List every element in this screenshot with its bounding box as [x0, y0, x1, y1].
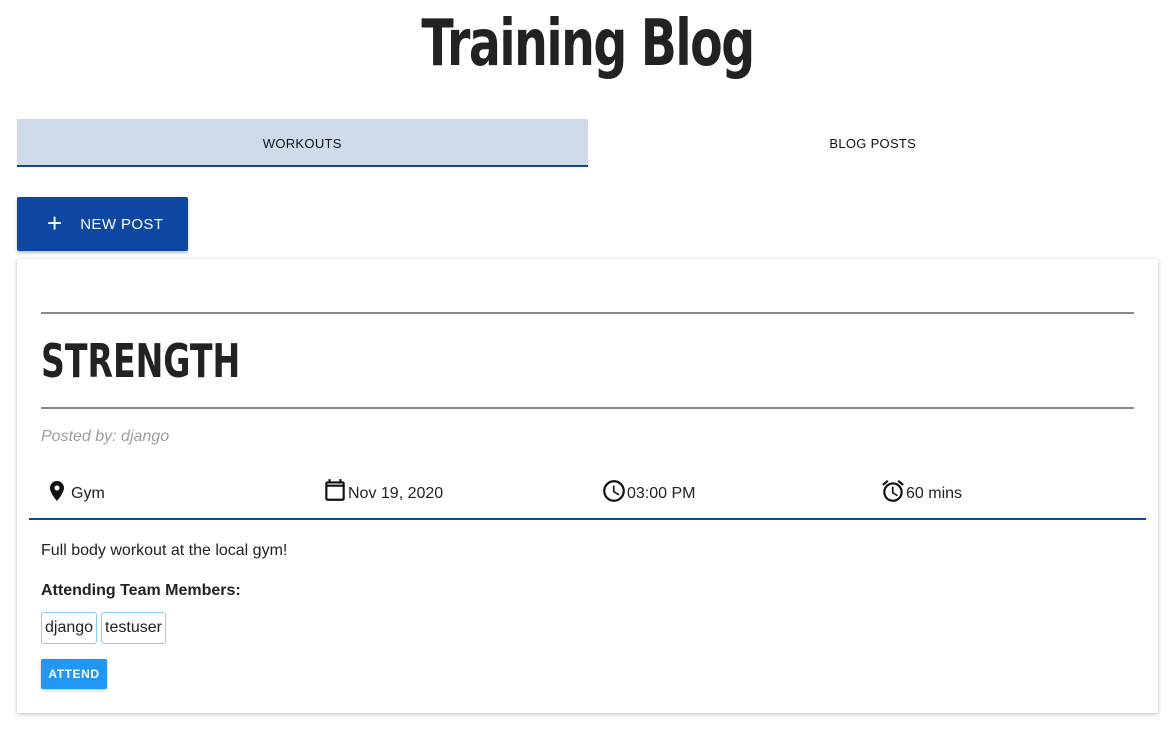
tab-blog-posts-label: BLOG POSTS [829, 135, 917, 151]
member-chip: django [41, 612, 98, 644]
attending-members: django testuser [41, 612, 166, 644]
post-location-text: Gym [71, 485, 105, 502]
new-post-label: NEW POST [80, 215, 164, 233]
post-time-text: 03:00 PM [627, 485, 696, 502]
meta-divider [29, 518, 1146, 520]
tab-workouts-label: WORKOUTS [262, 135, 342, 151]
tab-blog-posts[interactable]: BLOG POSTS [588, 119, 1159, 167]
tab-bar: WORKOUTS BLOG POSTS [17, 119, 1158, 167]
new-post-button[interactable]: + NEW POST [17, 197, 188, 251]
post-duration: 60 mins [880, 473, 962, 505]
title-divider-bottom [41, 407, 1134, 409]
post-meta-row: Gym Nov 19, 2020 03:00 PM 60 mins [41, 473, 1141, 505]
title-divider-top [41, 312, 1134, 314]
post-card: STRENGTH Posted by: django Gym Nov 19, 2… [17, 259, 1158, 713]
calendar-icon [322, 475, 348, 505]
post-location: Gym [45, 473, 105, 505]
page: Training Blog WORKOUTS BLOG POSTS + NEW … [0, 0, 1175, 730]
attend-button[interactable]: ATTEND [41, 659, 107, 689]
clock-icon [601, 477, 627, 505]
alarm-clock-icon [880, 477, 906, 505]
post-title: STRENGTH [41, 334, 241, 388]
attending-label: Attending Team Members: [41, 582, 241, 599]
plus-icon: + [47, 208, 63, 238]
map-pin-icon [45, 477, 69, 505]
post-duration-text: 60 mins [906, 485, 963, 502]
site-title: Training Blog [421, 7, 755, 81]
post-description: Full body workout at the local gym! [41, 542, 288, 559]
post-date-text: Nov 19, 2020 [348, 485, 444, 502]
posted-by: Posted by: django [41, 428, 170, 445]
member-chip: testuser [101, 612, 166, 644]
post-date: Nov 19, 2020 [322, 473, 443, 505]
tab-workouts[interactable]: WORKOUTS [17, 119, 588, 167]
post-time: 03:00 PM [601, 473, 695, 505]
